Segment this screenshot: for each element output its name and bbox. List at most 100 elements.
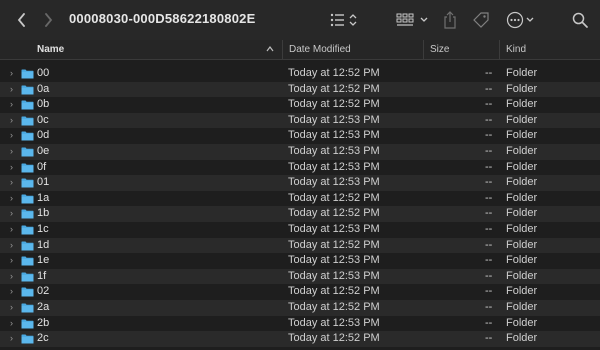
column-header-size[interactable]: Size — [423, 40, 499, 59]
more-actions-button[interactable] — [506, 10, 536, 30]
folder-icon — [21, 303, 34, 313]
file-kind: Folder — [506, 176, 538, 189]
disclosure-triangle-icon[interactable]: › — [10, 175, 20, 191]
search-button[interactable] — [570, 10, 590, 30]
file-name: 01 — [37, 176, 50, 189]
tag-icon — [473, 12, 489, 28]
disclosure-triangle-icon[interactable]: › — [10, 238, 20, 254]
chevron-right-icon — [45, 13, 53, 27]
table-row[interactable]: › 00 Today at 12:52 PM -- Folder — [0, 66, 600, 82]
table-row[interactable]: › 1e Today at 12:53 PM -- Folder — [0, 253, 600, 269]
table-row[interactable]: › 0b Today at 12:52 PM -- Folder — [0, 97, 600, 113]
disclosure-triangle-icon[interactable]: › — [10, 160, 20, 176]
file-date-modified: Today at 12:52 PM — [288, 191, 380, 204]
disclosure-triangle-icon[interactable]: › — [10, 128, 20, 144]
table-row[interactable]: › 1c Today at 12:53 PM -- Folder — [0, 222, 600, 238]
file-date-modified: Today at 12:53 PM — [288, 144, 380, 157]
disclosure-triangle-icon[interactable]: › — [10, 269, 20, 285]
table-row[interactable]: › 1f Today at 12:53 PM -- Folder — [0, 268, 600, 285]
disclosure-triangle-icon[interactable]: › — [10, 253, 20, 269]
file-kind: Folder — [506, 238, 538, 251]
file-size: -- — [485, 191, 493, 204]
forward-button[interactable] — [38, 10, 58, 30]
file-name: 2c — [37, 332, 49, 345]
file-kind: Folder — [506, 254, 538, 267]
column-header-kind[interactable]: Kind — [499, 40, 600, 59]
file-kind: Folder — [506, 98, 538, 111]
list-view-button[interactable] — [330, 11, 360, 29]
file-kind: Folder — [506, 300, 538, 313]
folder-icon — [21, 178, 34, 188]
file-date-modified: Today at 12:53 PM — [288, 160, 380, 173]
folder-icon — [21, 163, 34, 173]
file-size: -- — [485, 222, 493, 235]
table-row[interactable]: › 0c Today at 12:53 PM -- Folder — [0, 112, 600, 129]
file-date-modified: Today at 12:53 PM — [288, 113, 380, 126]
folder-icon — [21, 116, 34, 126]
file-name: 1b — [37, 207, 50, 220]
disclosure-triangle-icon[interactable]: › — [10, 331, 20, 347]
table-row[interactable]: › 0a Today at 12:52 PM -- Folder — [0, 81, 600, 98]
file-name: 1f — [37, 269, 47, 282]
grid-group-icon — [396, 13, 428, 26]
table-row[interactable]: › 1a Today at 12:52 PM -- Folder — [0, 191, 600, 207]
table-row[interactable]: › 1d Today at 12:52 PM -- Folder — [0, 237, 600, 254]
disclosure-triangle-icon[interactable]: › — [10, 206, 20, 222]
file-size: -- — [485, 332, 493, 345]
disclosure-triangle-icon[interactable]: › — [10, 316, 20, 332]
column-header-name[interactable]: Name — [37, 40, 64, 59]
table-row[interactable]: › 02 Today at 12:52 PM -- Folder — [0, 284, 600, 300]
file-name: 2a — [37, 300, 50, 313]
disclosure-triangle-icon[interactable]: › — [10, 113, 20, 129]
tag-button[interactable] — [470, 10, 492, 30]
file-kind: Folder — [506, 144, 538, 157]
table-row[interactable]: › 1b Today at 12:52 PM -- Folder — [0, 206, 600, 222]
table-row[interactable]: › 0f Today at 12:53 PM -- Folder — [0, 160, 600, 176]
file-name: 1d — [37, 238, 50, 251]
back-button[interactable] — [12, 10, 32, 30]
disclosure-triangle-icon[interactable]: › — [10, 300, 20, 316]
file-date-modified: Today at 12:53 PM — [288, 254, 380, 267]
search-icon — [572, 12, 588, 28]
file-name: 02 — [37, 285, 50, 298]
column-header-date-modified[interactable]: Date Modified — [282, 40, 422, 59]
disclosure-triangle-icon[interactable]: › — [10, 97, 20, 113]
share-button[interactable] — [440, 10, 460, 30]
file-size: -- — [485, 67, 493, 79]
column-header: Name Date Modified Size Kind — [0, 40, 600, 60]
disclosure-triangle-icon[interactable]: › — [10, 222, 20, 238]
file-name: 2b — [37, 316, 50, 329]
file-date-modified: Today at 12:52 PM — [288, 67, 380, 79]
table-row[interactable]: › 01 Today at 12:53 PM -- Folder — [0, 175, 600, 191]
file-date-modified: Today at 12:52 PM — [288, 238, 380, 251]
group-view-button[interactable] — [396, 11, 430, 29]
ellipsis-circle-icon — [506, 11, 534, 29]
file-size: -- — [485, 316, 493, 329]
file-name: 1c — [37, 222, 49, 235]
file-size: -- — [485, 113, 493, 126]
folder-icon — [21, 194, 34, 204]
table-row[interactable]: › 2a Today at 12:52 PM -- Folder — [0, 299, 600, 316]
file-kind: Folder — [506, 113, 538, 126]
table-row[interactable]: › 0e Today at 12:53 PM -- Folder — [0, 143, 600, 160]
file-kind: Folder — [506, 129, 538, 142]
folder-icon — [21, 85, 34, 95]
disclosure-triangle-icon[interactable]: › — [10, 144, 20, 160]
share-icon — [444, 11, 456, 29]
disclosure-triangle-icon[interactable]: › — [10, 191, 20, 207]
file-size: -- — [485, 176, 493, 189]
disclosure-triangle-icon[interactable]: › — [10, 284, 20, 300]
file-date-modified: Today at 12:53 PM — [288, 129, 380, 142]
disclosure-triangle-icon[interactable]: › — [10, 82, 20, 98]
file-size: -- — [485, 129, 493, 142]
file-name: 0e — [37, 144, 50, 157]
table-row[interactable]: › 2c Today at 12:52 PM -- Folder — [0, 331, 600, 347]
window-title: 00008030-000D58622180802E — [69, 11, 256, 26]
file-name: 1a — [37, 191, 50, 204]
table-row[interactable]: › 2b Today at 12:53 PM -- Folder — [0, 316, 600, 332]
file-date-modified: Today at 12:52 PM — [288, 332, 380, 345]
file-kind: Folder — [506, 67, 538, 79]
disclosure-triangle-icon[interactable]: › — [10, 66, 20, 82]
folder-icon — [21, 225, 34, 235]
table-row[interactable]: › 0d Today at 12:53 PM -- Folder — [0, 128, 600, 144]
